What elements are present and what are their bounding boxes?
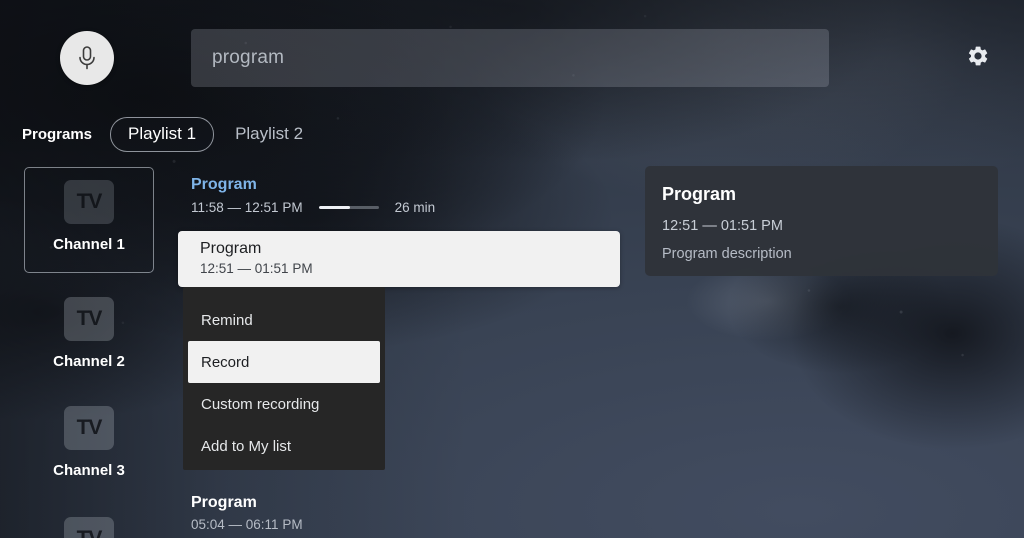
tv-logo-icon: TV: [64, 406, 114, 450]
tv-logo-icon: TV: [64, 297, 114, 341]
program-row-current[interactable]: Program 11:58 — 12:51 PM 26 min: [191, 176, 435, 215]
microphone-icon: [76, 45, 98, 71]
tv-logo-icon: TV: [64, 180, 114, 224]
program-time: 12:51 — 01:51 PM: [200, 261, 313, 276]
program-row-later[interactable]: Program 05:04 — 06:11 PM: [191, 494, 303, 532]
menu-item-remind[interactable]: Remind: [183, 299, 385, 341]
detail-time: 12:51 — 01:51 PM: [662, 218, 783, 234]
channel-item-1[interactable]: TV Channel 1: [24, 167, 154, 273]
tv-guide-screen: program Programs Playlist 1 Playlist 2 T…: [0, 0, 1024, 538]
menu-item-custom-recording[interactable]: Custom recording: [183, 383, 385, 425]
channel-list[interactable]: TV Channel 1 TV Channel 2 TV Channel 3 T…: [0, 160, 176, 538]
program-remaining-time: 26 min: [394, 200, 436, 215]
program-context-menu[interactable]: Remind Record Custom recording Add to My…: [183, 287, 385, 470]
menu-item-record[interactable]: Record: [188, 341, 380, 383]
program-progress-bar: [318, 206, 379, 209]
detail-title: Program: [662, 184, 737, 204]
tab-playlist-1[interactable]: Playlist 1: [110, 116, 215, 152]
program-progress-fill: [318, 206, 350, 209]
channel-item-label: Channel 3: [53, 462, 125, 479]
channel-item-4[interactable]: TV: [24, 505, 154, 538]
program-time: 11:58 — 12:51 PM: [191, 200, 303, 215]
tv-logo-icon: TV: [64, 517, 114, 538]
search-input-value: program: [212, 47, 285, 68]
voice-search-button[interactable]: [60, 31, 114, 85]
programs-section-label: Programs: [22, 125, 93, 143]
program-detail-panel: Program 12:51 — 01:51 PM Program descrip…: [645, 166, 998, 276]
program-card-selected[interactable]: Program 12:51 — 01:51 PM: [178, 231, 620, 287]
program-title: Program: [191, 176, 257, 193]
channel-item-label: Channel 2: [53, 353, 125, 370]
detail-description: Program description: [662, 246, 792, 262]
tab-playlist-2[interactable]: Playlist 2: [235, 124, 303, 144]
channel-item-2[interactable]: TV Channel 2: [24, 285, 154, 391]
program-meta: 11:58 — 12:51 PM 26 min: [191, 200, 435, 215]
program-title: Program: [200, 240, 262, 257]
menu-item-add-to-my-list[interactable]: Add to My list: [183, 425, 385, 467]
search-input[interactable]: program: [191, 29, 829, 87]
playlist-tabs: Programs Playlist 1 Playlist 2: [22, 116, 303, 152]
settings-button[interactable]: [963, 43, 993, 73]
program-time: 05:04 — 06:11 PM: [191, 517, 303, 532]
gear-icon: [966, 44, 990, 73]
channel-item-label: Channel 1: [53, 236, 125, 253]
program-title: Program: [191, 494, 257, 511]
channel-item-3[interactable]: TV Channel 3: [24, 394, 154, 500]
